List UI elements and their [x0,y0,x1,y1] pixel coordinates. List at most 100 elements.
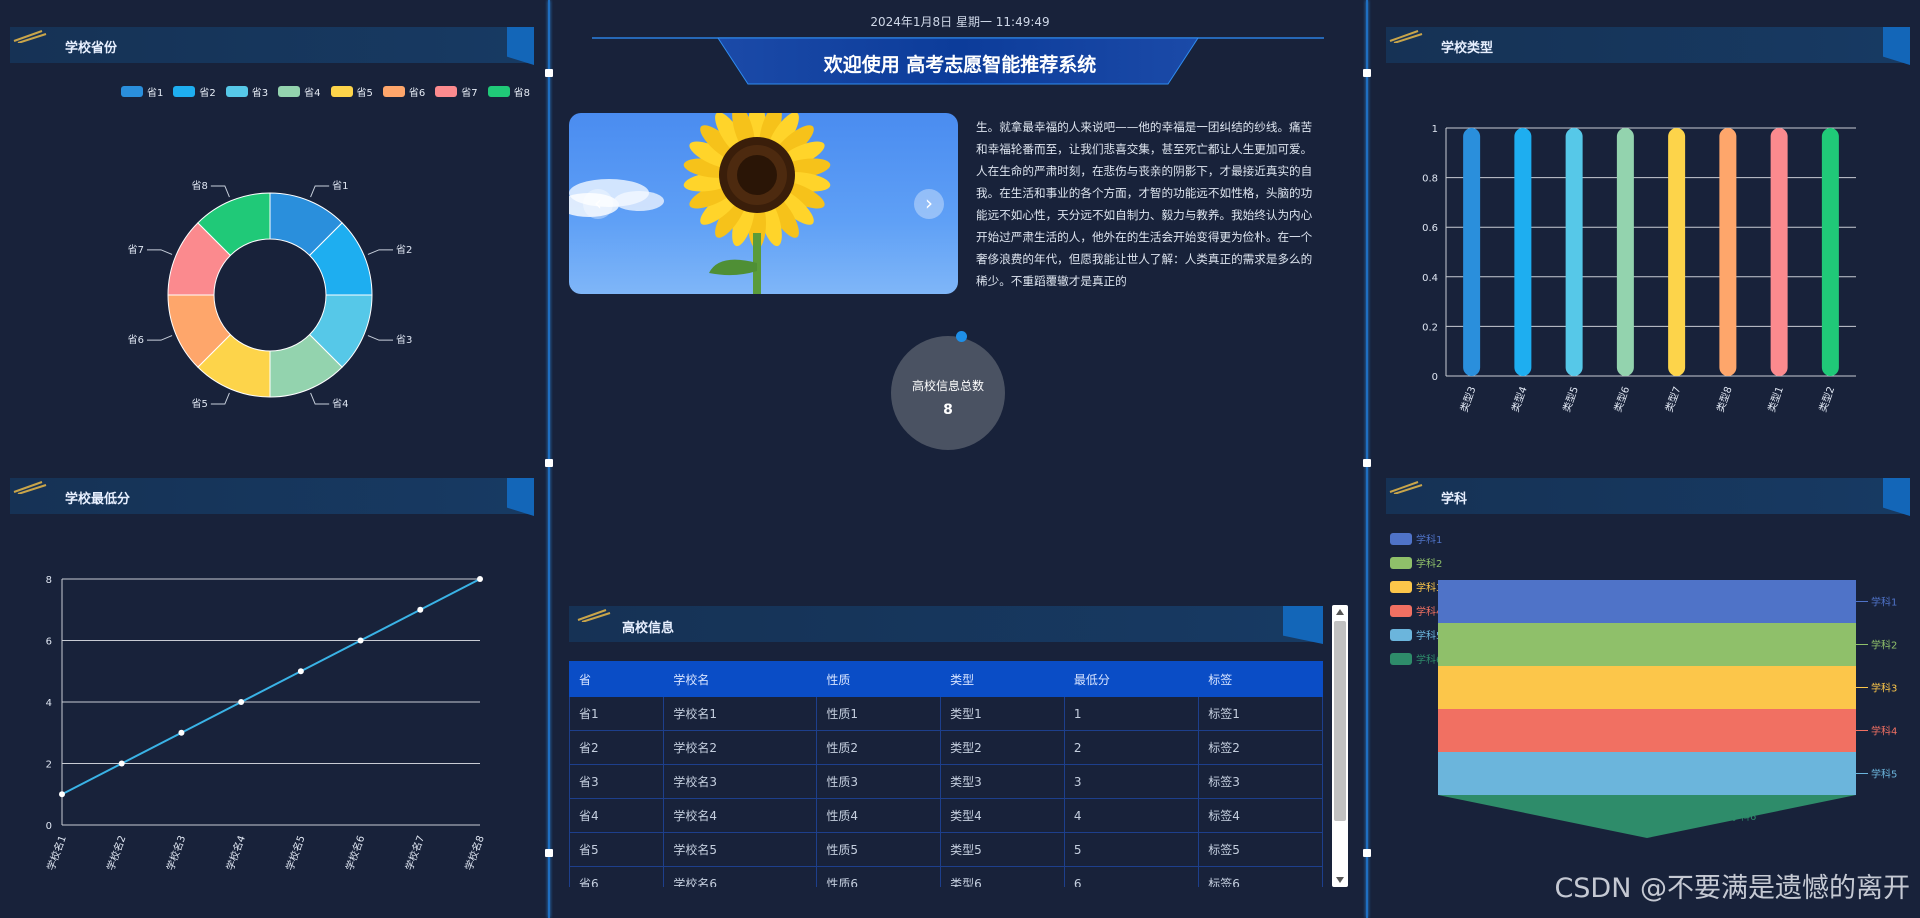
table-cell: 标签6 [1198,866,1323,887]
funnel-segment[interactable] [1438,709,1856,752]
legend-swatch [435,86,458,97]
slash-decoration-icon [13,30,47,43]
funnel-segment[interactable] [1438,580,1856,623]
bar[interactable] [1565,128,1583,376]
carousel-next-button[interactable]: › [914,189,944,219]
legend-swatch [121,86,143,97]
y-tick-label: 0 [46,821,52,832]
sunflower-image [569,113,831,294]
legend-swatch [225,86,248,97]
data-point[interactable] [417,606,424,613]
slash-decoration-icon [1389,30,1423,43]
table-row[interactable]: 省2 学校名2 性质2 类型2 2 标签2 [569,730,1323,765]
panel-title: 学校省份 [65,41,118,56]
legend-swatch[interactable] [1390,629,1412,641]
table-row[interactable]: 省1 学校名1 性质1 类型1 1 标签1 [569,696,1323,731]
legend-item[interactable]: 省4 [278,84,321,99]
table-header-cell[interactable]: 性质 [816,661,942,697]
funnel-chart: 学科1学科2学科3学科4学科5学科6学科1学科2学科3学科4学科5学科6 [1390,533,1897,838]
y-tick-label: 4 [46,698,52,709]
total-circle-marker [956,331,967,342]
pie-label: 省5 [191,397,207,410]
table-row[interactable]: 省5 学校名5 性质5 类型5 5 标签5 [569,832,1323,867]
total-label: 高校信息总数 [911,379,984,393]
legend-item[interactable]: 省1 [121,84,163,99]
bar[interactable] [1616,128,1634,376]
table-cell: 类型2 [940,730,1065,765]
y-tick-label: 6 [46,637,52,648]
legend-swatch[interactable] [1390,653,1412,665]
legend-label: 省8 [513,88,530,99]
divider-handle[interactable] [545,69,553,77]
pie-label: 省1 [332,179,348,192]
data-point[interactable] [297,668,304,675]
divider-handle[interactable] [1363,69,1371,77]
legend-swatch[interactable] [1390,533,1412,545]
info-table: 省学校名 性质 类型 最低分 标签 省1 学校名1 性质1 类型1 1 标签1 省2 学校名2 性质2 类… [569,661,1323,887]
pie-label-line [310,185,330,198]
divider-handle[interactable] [1363,849,1371,857]
data-point[interactable] [178,729,185,736]
scrollbar-thumb[interactable] [1334,621,1346,821]
legend-item[interactable]: 省2 [173,84,216,99]
legend-label: 省3 [251,88,269,99]
x-tick-label: 类型8 [1713,385,1734,414]
carousel[interactable]: ‹ › [569,113,958,294]
pie-label: 省8 [191,179,207,192]
legend-item[interactable]: 省5 [330,84,373,99]
legend-item[interactable]: 省6 [382,84,425,99]
funnel-segment[interactable] [1438,666,1856,709]
info-table-container: 省学校名 性质 类型 最低分 标签 省1 学校名1 性质1 类型1 1 标签1 省2 学校名2 性质2 类… [569,661,1323,887]
bar[interactable] [1770,128,1788,376]
table-scrollbar[interactable] [1332,605,1348,887]
table-cell: 性质6 [816,866,942,887]
table-row[interactable]: 省4 学校名4 性质4 类型4 4 标签4 [569,798,1323,833]
legend-label: 学科1 [1416,533,1442,546]
legend-swatch[interactable] [1390,581,1412,593]
table-row[interactable]: 省3 学校名3 性质3 类型3 3 标签3 [569,764,1323,799]
bar[interactable] [1514,128,1532,376]
table-header-cell[interactable]: 最低分 [1063,661,1200,697]
legend-swatch[interactable] [1390,605,1412,617]
table-cell: 类型6 [940,866,1065,887]
bar[interactable] [1668,128,1686,376]
data-point[interactable] [477,576,483,582]
table-cell: 类型3 [940,764,1065,799]
bar[interactable] [1821,128,1839,376]
table-cell: 3 [1063,764,1200,799]
data-point[interactable] [357,637,364,644]
x-tick-label: 学校名1 [44,834,69,873]
carousel-prev-button[interactable]: ‹ [583,189,613,219]
legend-item[interactable]: 省8 [487,84,530,99]
line-chart: 0 2 4 6 8 学校名1 学校名2 学校名3 学校名4 学校名5 学校名6 学校名7 学校名8 [44,575,487,873]
divider-handle[interactable] [545,849,553,857]
scrollbar-up-arrow[interactable] [1336,609,1344,615]
funnel-segment[interactable] [1438,752,1856,795]
data-point[interactable] [59,791,65,798]
legend-item[interactable]: 省7 [435,84,478,99]
bar[interactable] [1719,128,1737,376]
table-cell: 学校名5 [663,832,818,867]
scrollbar-down-arrow[interactable] [1336,877,1344,883]
y-tick-label: 0.8 [1422,174,1438,185]
table-header-cell[interactable]: 省 [569,661,665,697]
table-row[interactable]: 省6 学校名6 性质6 类型6 6 标签6 [569,866,1323,887]
funnel-segment[interactable] [1438,623,1856,666]
table-header-cell[interactable]: 类型 [940,661,1065,697]
table-header-cell[interactable]: 学校名 [663,661,818,697]
divider-handle[interactable] [545,459,553,467]
table-header-cell[interactable]: 标签 [1198,661,1323,697]
legend-label: 省4 [304,88,321,99]
legend-swatch [278,86,301,97]
legend-swatch[interactable] [1390,557,1412,569]
divider-handle[interactable] [1363,459,1371,467]
x-tick-label: 类型4 [1508,385,1529,414]
legend-item[interactable]: 省3 [225,84,269,99]
legend-label: 省5 [356,88,373,99]
x-tick-label: 类型7 [1662,385,1683,414]
funnel-segment[interactable] [1438,795,1856,838]
bar[interactable] [1463,128,1481,376]
data-point[interactable] [118,760,125,767]
data-point[interactable] [238,699,245,705]
table-cell: 学校名3 [663,764,818,799]
